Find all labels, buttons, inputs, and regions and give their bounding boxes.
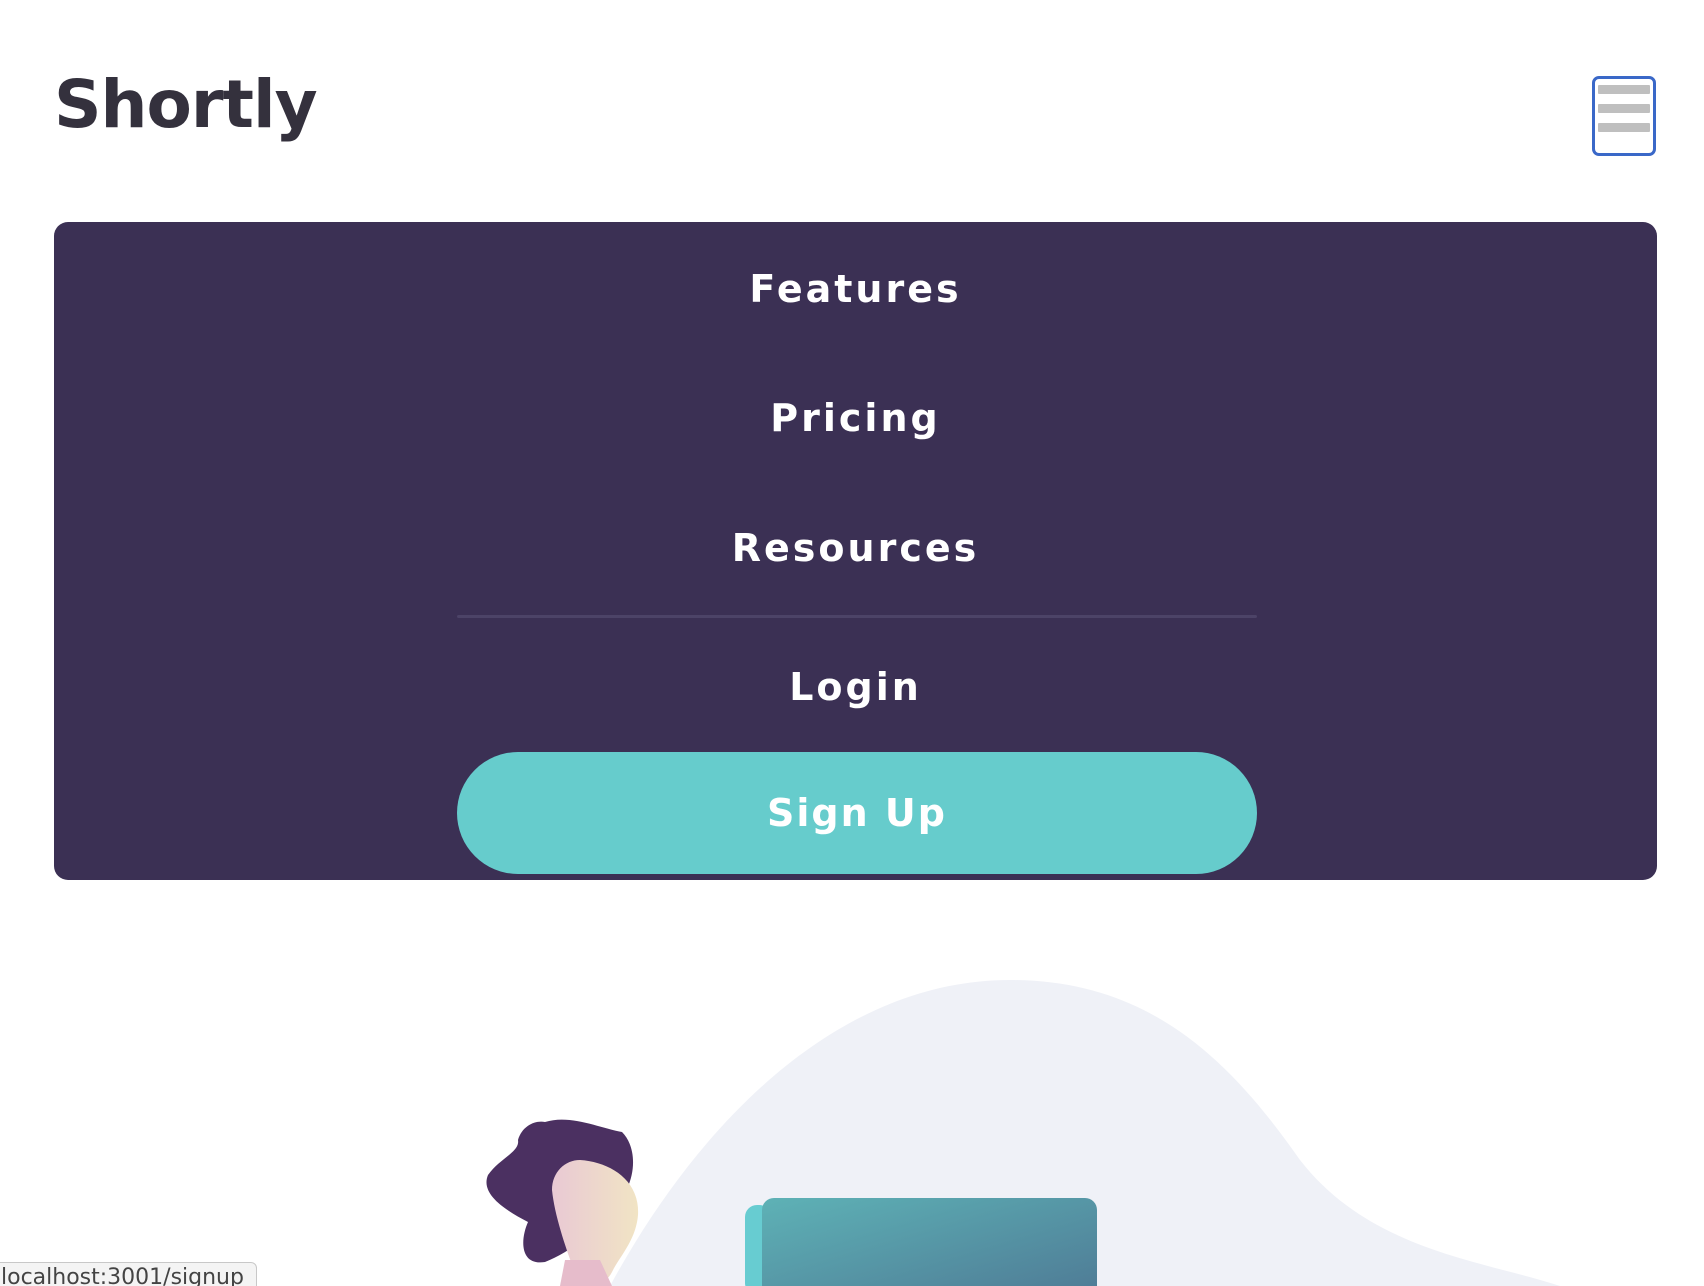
mobile-nav-menu: Features Pricing Resources Login Sign Up [54, 222, 1657, 880]
nav-link-resources[interactable]: Resources [54, 529, 1657, 567]
signup-button[interactable]: Sign Up [457, 752, 1257, 874]
nav-link-pricing[interactable]: Pricing [54, 399, 1657, 437]
brand-logo[interactable]: Shortly [54, 72, 318, 138]
status-bar-url: localhost:3001/signup [0, 1262, 257, 1286]
hamburger-icon-bar [1598, 123, 1650, 132]
monitor-screen [762, 1198, 1097, 1286]
hamburger-icon-bar [1598, 85, 1650, 94]
login-link[interactable]: Login [54, 668, 1657, 706]
hamburger-menu-button[interactable] [1592, 76, 1656, 156]
hero-illustration [486, 980, 1560, 1286]
hamburger-icon-bar [1598, 104, 1650, 113]
nav-link-features[interactable]: Features [54, 270, 1657, 308]
nav-divider [457, 615, 1257, 618]
page: Shortly Features Pricing Resources Login… [0, 0, 1704, 1286]
